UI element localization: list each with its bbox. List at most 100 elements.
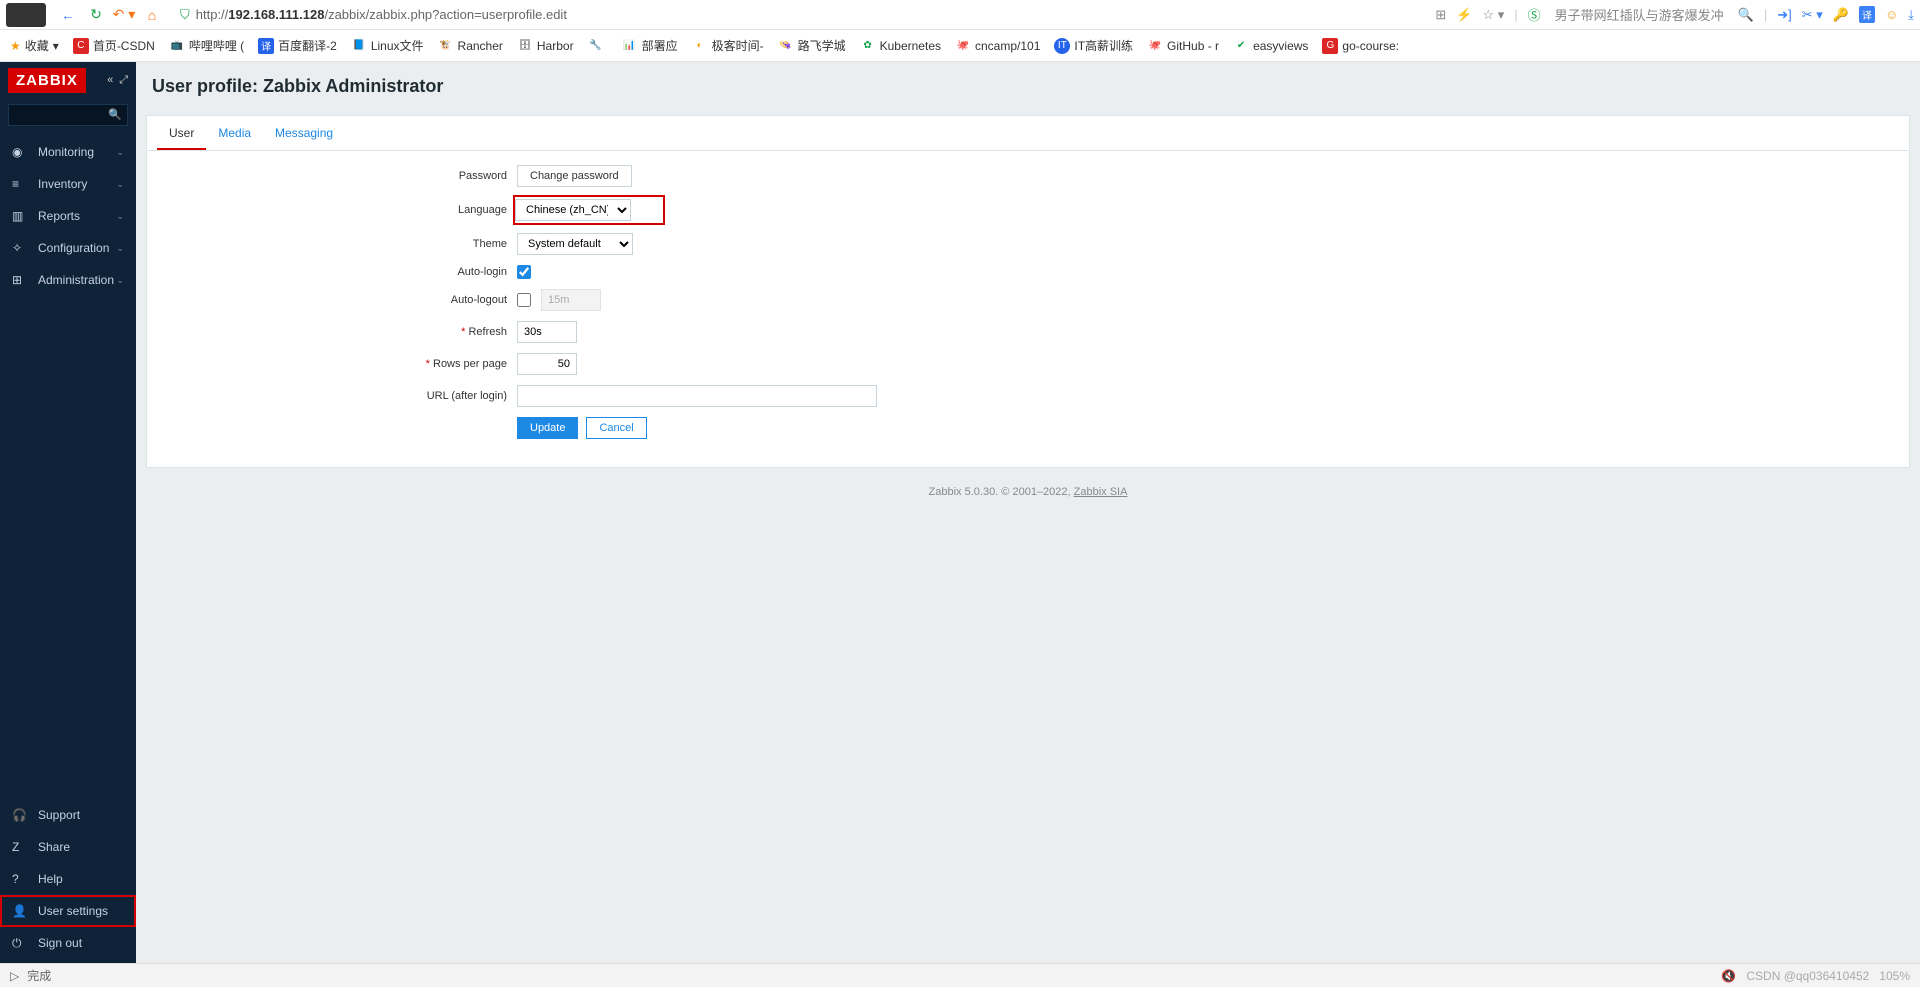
status-text: 完成 [27, 967, 51, 984]
bookmark-item[interactable]: 📊部署应 [622, 37, 678, 54]
sidebar-item-reports[interactable]: ▥Reports⌄ [0, 200, 136, 232]
home-button[interactable]: ⌂ [140, 3, 164, 27]
url-text: http://192.168.111.128/zabbix/zabbix.php… [196, 7, 567, 22]
page-title: User profile: Zabbix Administrator [146, 62, 1910, 115]
shield-icon: ⛉ [180, 7, 190, 23]
mute-icon[interactable]: 🔇 [1721, 969, 1736, 983]
bookmark-item[interactable]: ✔easyviews [1233, 38, 1308, 54]
bookmark-item[interactable]: 🗄Harbor [517, 38, 574, 54]
chevron-down-icon: ⌄ [116, 211, 124, 222]
sidebar-search: 🔍 [8, 104, 128, 126]
download-icon[interactable]: ⤓ [1908, 7, 1914, 23]
sidebar: ZABBIX « ⤢ 🔍 ◉Monitoring⌄ ≡Inventory⌄ ▥R… [0, 62, 136, 963]
tabs: User Media Messaging [147, 116, 1909, 151]
search-icon[interactable]: 🔍 [1738, 7, 1754, 23]
sidebar-item-share[interactable]: ZShare [0, 831, 136, 863]
sidebar-nav: ◉Monitoring⌄ ≡Inventory⌄ ▥Reports⌄ ✧Conf… [0, 136, 136, 296]
eye-icon: ◉ [12, 145, 30, 159]
bookmark-item[interactable]: ITIT高薪训练 [1054, 37, 1133, 54]
label-refresh: Refresh [157, 326, 517, 338]
mood-icon[interactable]: ☺ [1885, 7, 1898, 22]
browser-right-icons: ⊞ ⚡ ☆ ▾ | Ⓢ 男子带网红插队与游客爆发冲 🔍 | ➜] ✂ ▾ 🔑 译… [1435, 5, 1914, 24]
label-password: Password [157, 170, 517, 182]
label-language: Language [157, 204, 517, 216]
power-icon: ⏻ [12, 936, 30, 951]
bookmark-item[interactable]: ✿Kubernetes [860, 38, 941, 54]
footer-link[interactable]: Zabbix SIA [1074, 486, 1128, 498]
bookmark-item[interactable]: 译百度翻译-2 [258, 37, 337, 54]
status-bar: ▷ 完成 🔇 CSDN @qq036410452 105% [0, 963, 1920, 987]
bookmark-item[interactable]: 📘Linux文件 [351, 37, 424, 54]
zabbix-logo[interactable]: ZABBIX [8, 68, 86, 93]
label-theme: Theme [157, 238, 517, 250]
bookmark-item[interactable]: Ggo-course: [1322, 38, 1399, 54]
sidebar-item-support[interactable]: 🎧Support [0, 799, 136, 831]
expand-icon[interactable]: ⤢ [119, 74, 128, 87]
chevron-down-icon: ⌄ [116, 179, 124, 190]
update-button[interactable]: Update [517, 417, 578, 439]
reload-button[interactable]: ↻ [84, 3, 108, 27]
bookmark-item[interactable]: 🔧 [588, 38, 608, 54]
bookmark-item[interactable]: 🐙cncamp/101 [955, 38, 1040, 54]
auto-logout-input [541, 289, 601, 311]
share-icon: Z [12, 840, 30, 854]
sidebar-item-administration[interactable]: ⊞Administration⌄ [0, 264, 136, 296]
auto-logout-checkbox[interactable] [517, 293, 531, 307]
theme-select[interactable]: System default [517, 233, 633, 255]
star-icon[interactable]: ☆ ▾ [1482, 7, 1504, 23]
list-icon: ≡ [12, 177, 30, 191]
bookmark-item[interactable]: 🐮Rancher [438, 38, 503, 54]
bookmark-item[interactable]: 👒路飞学城 [778, 37, 846, 54]
sidebar-item-inventory[interactable]: ≡Inventory⌄ [0, 168, 136, 200]
gear-icon: ⊞ [12, 273, 30, 287]
undo-button[interactable]: ↶ ▾ [112, 3, 136, 27]
headset-icon: 🎧 [12, 808, 30, 822]
translate-icon[interactable]: 译 [1859, 6, 1875, 23]
collapse-icon[interactable]: « [107, 74, 113, 87]
zoom-level: 105% [1879, 969, 1910, 983]
sidebar-item-configuration[interactable]: ✧Configuration⌄ [0, 232, 136, 264]
scissors-icon[interactable]: ✂ ▾ [1802, 7, 1823, 23]
search-icon[interactable]: 🔍 [108, 108, 122, 121]
sidebar-item-help[interactable]: ?Help [0, 863, 136, 895]
bookmark-item[interactable]: ◐极客时间- [692, 37, 764, 54]
cancel-button[interactable]: Cancel [586, 417, 646, 439]
change-password-button[interactable]: Change password [517, 165, 632, 187]
bookmark-item[interactable]: 🐙GitHub - r [1147, 38, 1219, 54]
main-content: User profile: Zabbix Administrator User … [136, 62, 1920, 963]
rows-input[interactable] [517, 353, 577, 375]
login-icon[interactable]: ➜] [1777, 7, 1792, 23]
tab-user[interactable]: User [157, 116, 206, 150]
footer: Zabbix 5.0.30. © 2001–2022, Zabbix SIA [146, 468, 1910, 502]
address-bar[interactable]: ⛉ http://192.168.111.128/zabbix/zabbix.p… [174, 3, 1427, 27]
label-rows: Rows per page [157, 358, 517, 370]
back-button[interactable]: ← [56, 3, 80, 27]
bookmarks-bar: ★收藏 ▾ C首页-CSDN 📺哔哩哔哩 ( 译百度翻译-2 📘Linux文件 … [0, 30, 1920, 62]
search-hint: 男子带网红插队与游客爆发冲 [1555, 5, 1724, 24]
bookmark-favorites[interactable]: ★收藏 ▾ [10, 37, 59, 54]
watermark: CSDN @qq036410452 [1746, 969, 1869, 983]
sidebar-item-monitoring[interactable]: ◉Monitoring⌄ [0, 136, 136, 168]
sidebar-item-user-settings[interactable]: 👤User settings [0, 895, 136, 927]
qr-icon[interactable]: ⊞ [1435, 7, 1446, 23]
user-icon: 👤 [12, 904, 30, 918]
play-icon[interactable]: ▷ [10, 969, 19, 983]
language-select[interactable]: Chinese (zh_CN) [515, 199, 631, 221]
bolt-icon[interactable]: ⚡ [1456, 7, 1472, 23]
refresh-input[interactable] [517, 321, 577, 343]
tab-media[interactable]: Media [206, 116, 263, 150]
key-icon[interactable]: 🔑 [1833, 7, 1849, 23]
chevron-down-icon: ⌄ [116, 147, 124, 158]
tab-messaging[interactable]: Messaging [263, 116, 345, 150]
engine-icon[interactable]: Ⓢ [1528, 5, 1541, 24]
bookmark-item[interactable]: C首页-CSDN [73, 37, 155, 54]
sidebar-item-sign-out[interactable]: ⏻Sign out [0, 927, 136, 959]
auto-login-checkbox[interactable] [517, 265, 531, 279]
browser-tab-thumbnail[interactable] [6, 3, 46, 27]
browser-toolbar: ← ↻ ↶ ▾ ⌂ ⛉ http://192.168.111.128/zabbi… [0, 0, 1920, 30]
bookmark-item[interactable]: 📺哔哩哔哩 ( [169, 37, 244, 54]
sidebar-bottom: 🎧Support ZShare ?Help 👤User settings ⏻Si… [0, 799, 136, 963]
url-input[interactable] [517, 385, 877, 407]
label-url: URL (after login) [157, 390, 517, 402]
profile-form: Password Change password Language Chines… [147, 151, 1909, 467]
